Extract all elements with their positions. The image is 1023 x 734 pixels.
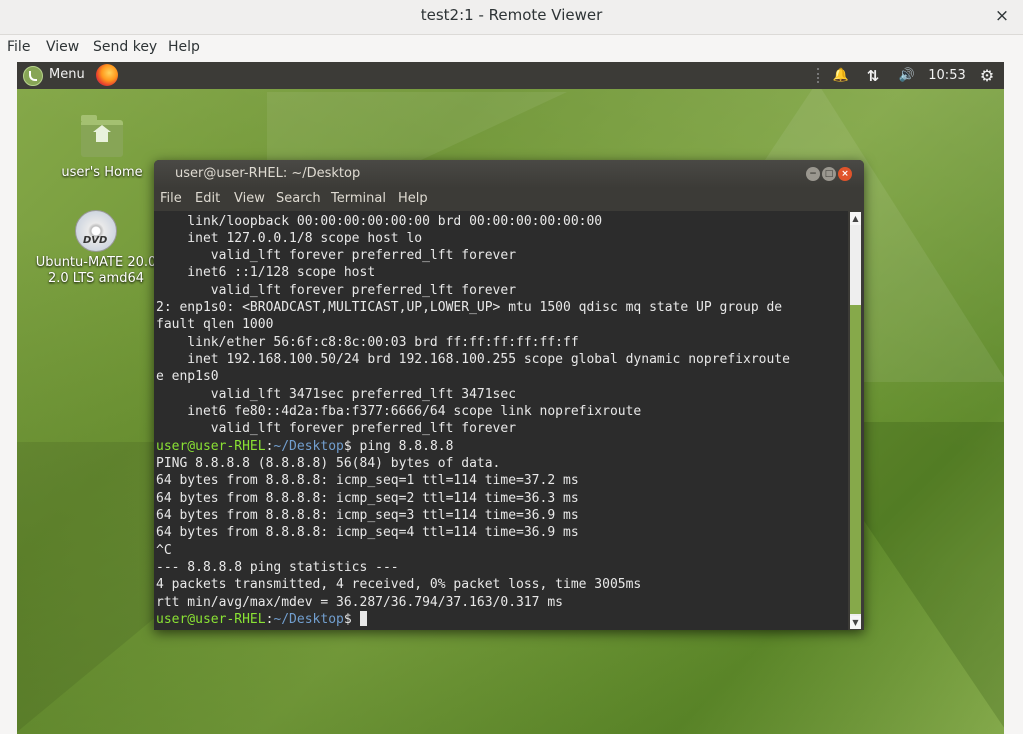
prompt-user: user@user-RHEL: [156, 612, 266, 627]
terminal-menu-view[interactable]: View: [234, 191, 265, 206]
prompt-command: ping 8.8.8.8: [359, 439, 454, 454]
menu-file[interactable]: File: [7, 39, 30, 55]
desktop-icon-label: 2.0 LTS amd64: [47, 271, 144, 286]
terminal-line: e enp1s0: [156, 369, 219, 384]
desktop-icon-label: Ubuntu-MATE 20.0: [35, 255, 157, 270]
home-folder-icon: [81, 115, 123, 157]
terminal-line: PING 8.8.8.8 (8.8.8.8) 56(84) bytes of d…: [156, 456, 501, 471]
scroll-up-icon[interactable]: ▲: [850, 212, 861, 225]
terminal-line: inet6 ::1/128 scope host: [156, 265, 376, 280]
terminal-line: 64 bytes from 8.8.8.8: icmp_seq=3 ttl=11…: [156, 508, 579, 523]
terminal-scrollbar[interactable]: ▲ ▼: [848, 211, 864, 630]
terminal-line: link/loopback 00:00:00:00:00:00 brd 00:0…: [156, 214, 603, 229]
prompt-path: ~/Desktop: [273, 439, 344, 454]
terminal-output[interactable]: link/loopback 00:00:00:00:00:00 brd 00:0…: [154, 211, 848, 630]
terminal-line: rtt min/avg/max/mdev = 36.287/36.794/37.…: [156, 595, 563, 610]
terminal-menu-help[interactable]: Help: [398, 191, 428, 206]
terminal-line: valid_lft forever preferred_lft forever: [156, 421, 517, 436]
text-cursor: [359, 611, 367, 626]
terminal-line: 64 bytes from 8.8.8.8: icmp_seq=2 ttl=11…: [156, 491, 579, 506]
desktop-icon-dvd[interactable]: DVD Ubuntu-MATE 20.0 2.0 LTS amd64: [34, 210, 158, 287]
terminal-prompt-line: user@user-RHEL:~/Desktop$ ping 8.8.8.8: [156, 438, 453, 455]
terminal-menu-search[interactable]: Search: [276, 191, 321, 206]
terminal-line: valid_lft forever preferred_lft forever: [156, 283, 517, 298]
network-arrows-icon[interactable]: ⇅: [863, 62, 883, 89]
terminal-window[interactable]: user@user-RHEL: ~/Desktop − □ × File Edi…: [154, 160, 864, 630]
close-icon[interactable]: ×: [991, 5, 1013, 27]
prompt-dollar: $: [343, 439, 360, 454]
desktop-icon-label: user's Home: [61, 165, 143, 180]
close-icon[interactable]: ×: [838, 167, 852, 181]
terminal-menu-terminal[interactable]: Terminal: [331, 191, 386, 206]
maximize-icon[interactable]: □: [822, 167, 836, 181]
prompt-path: ~/Desktop: [273, 612, 344, 627]
mate-logo-icon: [23, 66, 43, 86]
terminal-line: ^C: [156, 543, 172, 558]
viewer-menubar: File View Send key Help: [0, 35, 1023, 61]
terminal-line: 64 bytes from 8.8.8.8: icmp_seq=4 ttl=11…: [156, 525, 579, 540]
panel-separator: [817, 68, 821, 83]
terminal-title: user@user-RHEL: ~/Desktop: [175, 166, 361, 181]
firefox-icon[interactable]: [96, 64, 118, 86]
main-menu-label: Menu: [49, 67, 85, 82]
settings-gear-icon[interactable]: ⚙: [977, 62, 997, 89]
window-titlebar[interactable]: test2:1 - Remote Viewer ×: [0, 0, 1023, 35]
terminal-line: 4 packets transmitted, 4 received, 0% pa…: [156, 577, 642, 592]
scroll-down-icon[interactable]: ▼: [850, 616, 861, 629]
terminal-prompt-line: user@user-RHEL:~/Desktop$: [156, 611, 367, 628]
menu-help[interactable]: Help: [168, 39, 200, 55]
volume-icon[interactable]: 🔊: [896, 62, 918, 89]
menu-view[interactable]: View: [46, 39, 79, 55]
terminal-line: 64 bytes from 8.8.8.8: icmp_seq=1 ttl=11…: [156, 473, 579, 488]
scrollbar-thumb[interactable]: [850, 305, 861, 614]
bell-icon[interactable]: 🔔: [831, 62, 851, 89]
terminal-line: link/ether 56:6f:c8:8c:00:03 brd ff:ff:f…: [156, 335, 579, 350]
terminal-line: inet6 fe80::4d2a:fba:f377:6666/64 scope …: [156, 404, 642, 419]
minimize-icon[interactable]: −: [806, 167, 820, 181]
terminal-line: inet 127.0.0.1/8 scope host lo: [156, 231, 423, 246]
prompt-user: user@user-RHEL: [156, 439, 266, 454]
terminal-line: fault qlen 1000: [156, 317, 274, 332]
menu-send-key[interactable]: Send key: [93, 39, 157, 55]
terminal-line: valid_lft forever preferred_lft forever: [156, 248, 517, 263]
prompt-dollar: $: [343, 612, 360, 627]
terminal-line: inet 192.168.100.50/24 brd 192.168.100.2…: [156, 352, 790, 367]
dvd-icon: DVD: [75, 210, 117, 252]
dvd-logo-text: DVD: [83, 235, 108, 246]
window-title: test2:1 - Remote Viewer: [420, 6, 603, 24]
terminal-menubar: File Edit View Search Terminal Help: [154, 188, 864, 211]
terminal-menu-file[interactable]: File: [160, 191, 182, 206]
clock[interactable]: 10:53: [927, 62, 967, 89]
top-panel: Menu 🔔 ⇅ 🔊 10:53 ⚙: [17, 62, 1004, 89]
guest-desktop[interactable]: Menu 🔔 ⇅ 🔊 10:53 ⚙ user's Home DVD Ubunt…: [17, 62, 1004, 734]
terminal-menu-edit[interactable]: Edit: [195, 191, 220, 206]
terminal-titlebar[interactable]: user@user-RHEL: ~/Desktop − □ ×: [154, 160, 864, 188]
terminal-line: 2: enp1s0: <BROADCAST,MULTICAST,UP,LOWER…: [156, 300, 783, 315]
terminal-line: valid_lft 3471sec preferred_lft 3471sec: [156, 387, 517, 402]
desktop-icon-home[interactable]: user's Home: [55, 115, 149, 180]
terminal-line: --- 8.8.8.8 ping statistics ---: [156, 560, 399, 575]
